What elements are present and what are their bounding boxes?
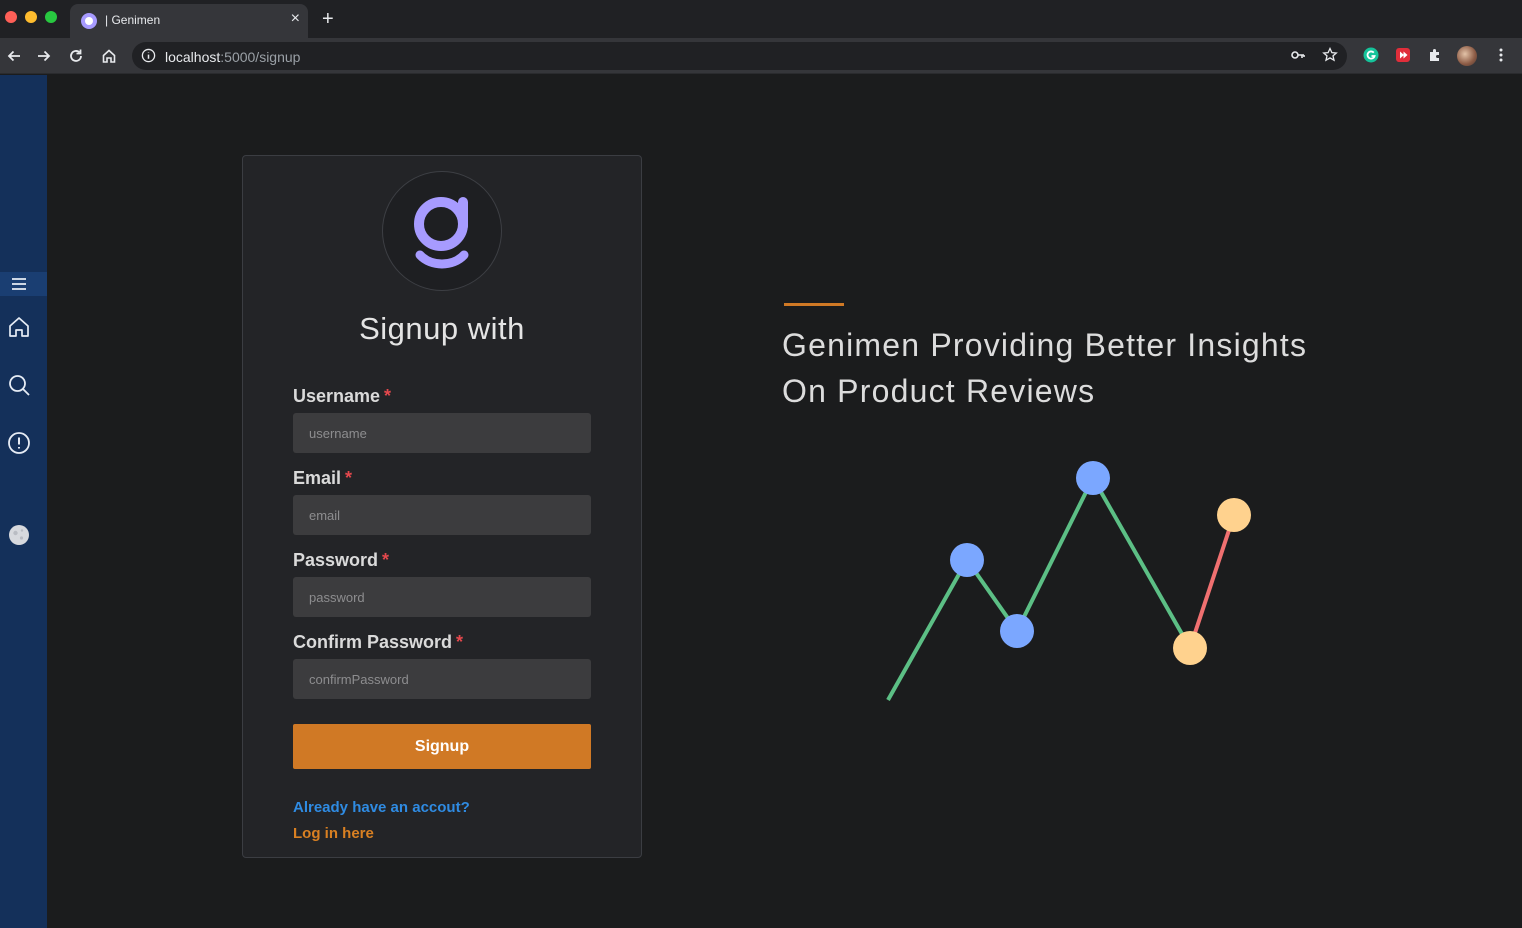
address-bar[interactable]: localhost:5000/signup [132,42,1347,70]
forward-icon[interactable] [32,44,56,68]
confirm-password-label: Confirm Password * [293,632,463,653]
illustration-point [1076,461,1110,495]
url-host: localhost [165,49,221,65]
moon-icon[interactable] [7,523,31,547]
genimen-favicon-icon [81,13,97,29]
browser-toolbar: localhost:5000/signup [0,38,1522,74]
url-text: localhost:5000/signup [165,49,300,65]
maximize-window-button[interactable] [45,11,57,23]
home-icon[interactable] [7,315,31,339]
menu-icon[interactable] [7,272,31,296]
hero-line-1: Genimen Providing Better Insights [782,327,1308,363]
email-input[interactable] [293,495,591,535]
browser-tab-strip: | Genimen × + [0,0,1522,38]
alert-icon[interactable] [7,431,31,455]
illustration-point [1173,631,1207,665]
home-browser-icon[interactable] [97,44,121,68]
login-link[interactable]: Log in here [293,825,374,842]
new-tab-button[interactable]: + [322,8,334,31]
site-info-icon[interactable] [141,48,156,68]
username-label: Username * [293,386,391,407]
tab-close-icon[interactable]: × [291,10,300,28]
genimen-logo [382,171,502,291]
line-graph-illustration [886,461,1251,701]
genimen-g-icon [414,197,469,269]
signup-button[interactable]: Signup [293,724,591,769]
profile-avatar[interactable] [1457,46,1477,66]
password-input[interactable] [293,577,591,617]
illustration-point [1217,498,1251,532]
username-label-text: Username [293,386,381,406]
required-mark: * [345,468,353,488]
bookmark-star-icon[interactable] [1322,46,1338,68]
reload-icon[interactable] [64,44,88,68]
close-window-button[interactable] [5,11,17,23]
signup-card: Signup with Username* Email* Password* C… [242,155,642,858]
confirm-password-input[interactable] [293,659,591,699]
hero-line-2: On Product Reviews [782,373,1096,409]
accent-divider [784,303,844,306]
back-icon[interactable] [2,44,26,68]
illustration-point [1000,614,1034,648]
already-have-account-link[interactable]: Already have an accout? [293,799,470,816]
illustration-point [950,543,984,577]
email-label: Email * [293,468,352,489]
password-label-text: Password [293,550,379,570]
red-extension-icon[interactable] [1395,47,1413,65]
confirm-password-label-text: Confirm Password [293,632,453,652]
illustration-green-line [886,473,1192,701]
search-icon[interactable] [7,373,31,397]
required-mark: * [382,550,390,570]
grammarly-extension-icon[interactable] [1363,47,1381,65]
key-icon[interactable] [1290,47,1306,68]
tab-title: | Genimen [105,13,161,27]
browser-tab[interactable]: | Genimen × [70,4,308,38]
required-mark: * [456,632,464,652]
minimize-window-button[interactable] [25,11,37,23]
required-mark: * [384,386,392,406]
hero-headline: Genimen Providing Better Insights On Pro… [782,322,1402,414]
url-path: :5000/signup [220,49,301,65]
password-label: Password * [293,550,389,571]
email-label-text: Email [293,468,342,488]
app-sidebar [0,75,47,928]
extensions-puzzle-icon[interactable] [1427,47,1445,65]
browser-menu-icon[interactable] [1493,47,1511,65]
username-input[interactable] [293,413,591,453]
illustration-red-line [1188,514,1236,649]
signup-title: Signup with [359,311,525,346]
